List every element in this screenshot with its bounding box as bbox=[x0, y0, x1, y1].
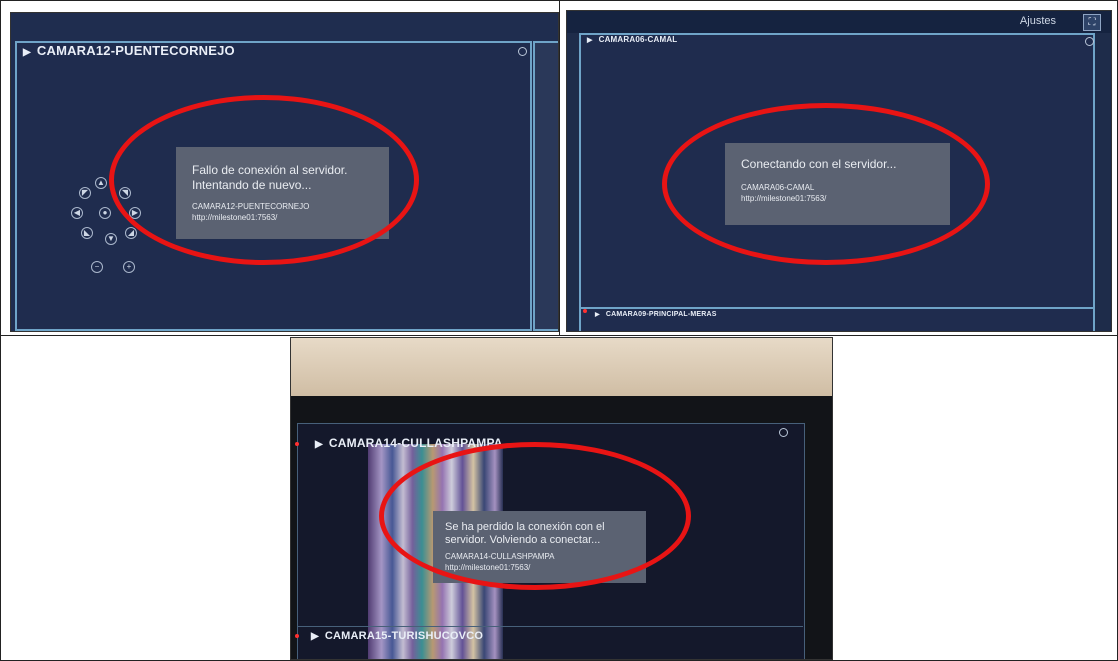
settings-dot-icon[interactable] bbox=[779, 428, 788, 437]
ptz-down-icon[interactable]: ▼ bbox=[105, 233, 117, 245]
horizontal-divider bbox=[0, 335, 1118, 336]
arrow-icon: ▶ bbox=[311, 631, 319, 642]
zoom-in-icon[interactable]: + bbox=[123, 261, 135, 273]
screenshot-panel-1: ▶ CAMARA12-PUENTECORNEJO Fallo de conexió… bbox=[10, 12, 559, 332]
fullscreen-icon[interactable]: ⛶ bbox=[1083, 14, 1101, 31]
screenshot-panel-2: Ajustes ⛶ ▶ CAMARA06-CAMAL Conectando con… bbox=[566, 10, 1112, 332]
bottom-camera-title: ▶ CAMARA09-PRINCIPAL-MERAS bbox=[595, 311, 717, 318]
top-bar: Ajustes ⛶ bbox=[567, 11, 1111, 33]
bottom-camera-title: ▶ CAMARA15-TURISHUCOVCO bbox=[311, 630, 484, 642]
ptz-left-icon[interactable]: ◀ bbox=[71, 207, 83, 219]
settings-link[interactable]: Ajustes bbox=[1020, 15, 1056, 27]
ptz-up-icon[interactable]: ▲ bbox=[95, 177, 107, 189]
recording-indicator bbox=[295, 442, 299, 446]
arrow-icon: ▶ bbox=[315, 439, 323, 450]
camera-title: ▶ CAMARA06-CAMAL bbox=[587, 35, 678, 44]
recording-indicator bbox=[583, 309, 587, 313]
highlight-ellipse bbox=[662, 103, 990, 265]
ptz-down-left-icon[interactable]: ◣ bbox=[81, 227, 93, 239]
arrow-icon: ▶ bbox=[23, 47, 31, 58]
vertical-divider bbox=[559, 0, 560, 335]
highlight-ellipse bbox=[379, 442, 691, 590]
settings-dot-icon[interactable] bbox=[518, 47, 527, 56]
arrow-icon: ▶ bbox=[587, 37, 593, 44]
arrow-icon: ▶ bbox=[595, 312, 600, 318]
camera-viewport-adjacent[interactable] bbox=[533, 41, 558, 331]
camera-title: ▶ CAMARA12-PUENTECORNEJO bbox=[23, 43, 235, 58]
highlight-ellipse bbox=[109, 95, 419, 265]
ptz-home-icon[interactable]: ● bbox=[99, 207, 111, 219]
ptz-down-right-icon[interactable]: ◢ bbox=[125, 227, 137, 239]
zoom-out-icon[interactable]: − bbox=[91, 261, 103, 273]
recording-indicator-bottom bbox=[295, 634, 299, 638]
settings-dot-icon[interactable] bbox=[1085, 37, 1094, 46]
pane-separator bbox=[297, 626, 803, 627]
ptz-up-left-icon[interactable]: ◤ bbox=[79, 187, 91, 199]
photo-panel-3: ▶ CAMARA14-CULLASHPAMPA Se ha perdido la … bbox=[290, 337, 833, 660]
